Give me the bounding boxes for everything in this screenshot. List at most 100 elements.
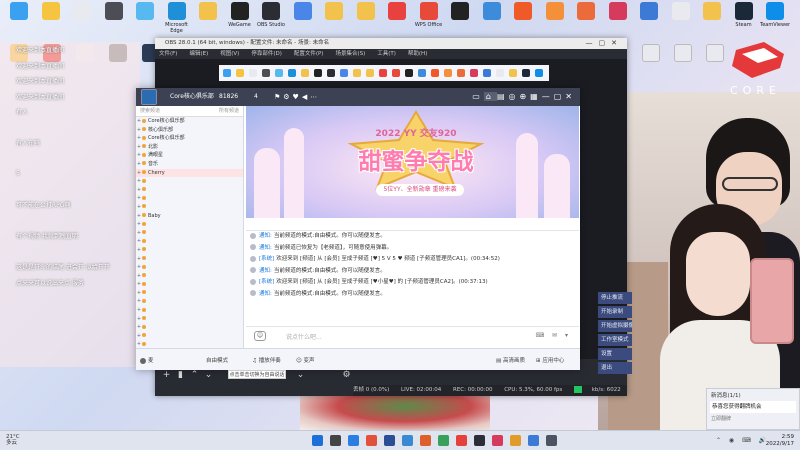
channel-item[interactable]: + 核心俱乐部: [136, 126, 243, 135]
obs-control-button[interactable]: 退出: [598, 362, 632, 374]
desktop-icon[interactable]: [636, 44, 666, 82]
desktop-icon[interactable]: [99, 2, 129, 40]
expand-icon[interactable]: +: [136, 151, 142, 160]
app-center-button[interactable]: ⊞ 应用中心: [536, 356, 564, 364]
desktop-icon[interactable]: [193, 2, 223, 40]
channel-item[interactable]: +: [136, 323, 243, 332]
desktop-icon[interactable]: WeGame: [225, 2, 255, 40]
channel-item[interactable]: +: [136, 315, 243, 324]
music-button[interactable]: ♫ 播放伴奏: [252, 356, 281, 364]
emoji-icon[interactable]: ☺: [254, 331, 266, 341]
expand-icon[interactable]: +: [136, 203, 142, 212]
desktop-icon[interactable]: [4, 2, 34, 40]
channel-item[interactable]: + Baby: [136, 212, 243, 221]
desktop-icon[interactable]: [634, 2, 664, 40]
expand-icon[interactable]: +: [136, 143, 142, 152]
notification-action[interactable]: 立即翻牌: [707, 413, 799, 424]
search-input[interactable]: 搜索频道 所有频道: [136, 106, 243, 117]
desktop-icon[interactable]: [477, 2, 507, 40]
expand-icon[interactable]: +: [136, 315, 142, 324]
delete-icon[interactable]: ▮: [175, 370, 186, 380]
input-tools[interactable]: ⌨ ✉ ▾: [535, 332, 571, 339]
expand-icon[interactable]: +: [136, 246, 142, 255]
notification-body[interactable]: 恭喜您获得翻牌机会: [710, 401, 796, 413]
expand-icon[interactable]: +: [136, 237, 142, 246]
move-up-icon[interactable]: ⌃: [189, 370, 200, 380]
taskbar-app-icon[interactable]: [420, 435, 431, 446]
channel-item[interactable]: +: [136, 280, 243, 289]
desktop-icon[interactable]: [288, 2, 318, 40]
taskbar-app-icon[interactable]: [330, 435, 341, 446]
obs-control-button[interactable]: 开始录制: [598, 306, 632, 318]
obs-menu-item[interactable]: 帮助(H): [408, 51, 427, 57]
channel-item[interactable]: +: [136, 186, 243, 195]
expand-icon[interactable]: +: [136, 297, 142, 306]
taskbar-app-icon[interactable]: [510, 435, 521, 446]
desktop-icon[interactable]: [67, 2, 97, 40]
desktop-icon[interactable]: WPS Office: [414, 2, 444, 40]
channel-item[interactable]: +: [136, 297, 243, 306]
channel-item[interactable]: + Cherry: [136, 168, 243, 178]
expand-icon[interactable]: +: [136, 186, 142, 195]
channel-item[interactable]: +: [136, 194, 243, 203]
obs-menu-item[interactable]: 视图(V): [220, 51, 239, 57]
desktop-icon[interactable]: [36, 2, 66, 40]
taskbar-app-icon[interactable]: [474, 435, 485, 446]
desktop-icon[interactable]: [666, 2, 696, 40]
expand-icon[interactable]: +: [136, 212, 142, 221]
home-icon[interactable]: ⌂: [483, 92, 497, 101]
desktop-icon[interactable]: [603, 2, 633, 40]
desktop-icon[interactable]: [697, 2, 727, 40]
desktop-icon[interactable]: [508, 2, 538, 40]
free-mode-button[interactable]: 自由模式: [206, 356, 228, 364]
channel-item[interactable]: + Core核心俱乐部: [136, 134, 243, 143]
header-tools[interactable]: ⚑⚙♥◀⋯: [274, 88, 320, 106]
channel-item[interactable]: +: [136, 255, 243, 264]
expand-icon[interactable]: +: [136, 255, 142, 264]
expand-icon[interactable]: +: [136, 169, 142, 178]
channel-item[interactable]: +: [136, 203, 243, 212]
taskbar-app-icon[interactable]: [546, 435, 557, 446]
expand-icon[interactable]: +: [136, 289, 142, 298]
obs-control-button[interactable]: 工作室模式: [598, 334, 632, 346]
channel-item[interactable]: + 满眼星: [136, 151, 243, 160]
channel-item[interactable]: +: [136, 220, 243, 229]
taskbar-app-icon[interactable]: [384, 435, 395, 446]
obs-menu-item[interactable]: 文件(F): [159, 51, 177, 57]
channel-item[interactable]: +: [136, 289, 243, 298]
obs-menu-item[interactable]: 编辑(E): [189, 51, 208, 57]
chat-input-area[interactable]: ☺ 说点什么吧... ⌨ ✉ ▾: [246, 326, 579, 348]
taskbar-app-icon[interactable]: [312, 435, 323, 446]
obs-menu-item[interactable]: 场景集合(S): [335, 51, 365, 57]
desktop-icon[interactable]: [540, 2, 570, 40]
event-banner[interactable]: 2022 YY 交友920 甜蜜争夺战 5位YY、全新勋章 重磅来袭: [246, 106, 579, 218]
channel-item[interactable]: +: [136, 237, 243, 246]
desktop-icon[interactable]: [445, 2, 475, 40]
desktop-icon[interactable]: Steam: [729, 2, 759, 40]
add-icon[interactable]: +: [161, 370, 172, 380]
desktop-icon[interactable]: [571, 2, 601, 40]
taskbar-app-icon[interactable]: [348, 435, 359, 446]
taskbar-app-icon[interactable]: [402, 435, 413, 446]
expand-icon[interactable]: +: [136, 272, 142, 281]
taskbar-app-icon[interactable]: [366, 435, 377, 446]
notification-popup[interactable]: 新消息(1/1) 恭喜您获得翻牌机会 立即翻牌: [706, 388, 800, 430]
channel-item[interactable]: +: [136, 263, 243, 272]
channel-item[interactable]: +: [136, 332, 243, 341]
expand-icon[interactable]: +: [136, 160, 142, 169]
move-down-icon[interactable]: ⌄: [203, 370, 214, 380]
taskbar-app-icon[interactable]: [528, 435, 539, 446]
desktop-icon[interactable]: [351, 2, 381, 40]
channel-item[interactable]: +: [136, 177, 243, 186]
channel-item[interactable]: +: [136, 272, 243, 281]
obs-menu-item[interactable]: 工具(T): [377, 51, 396, 57]
obs-control-button[interactable]: 停止推流: [598, 292, 632, 304]
obs-menu-item[interactable]: 停靠部件(D): [251, 51, 282, 57]
taskbar-app-icon[interactable]: [492, 435, 503, 446]
channel-item[interactable]: +: [136, 246, 243, 255]
channel-item[interactable]: +: [136, 306, 243, 315]
channel-item[interactable]: + 北影: [136, 143, 243, 152]
expand-icon[interactable]: +: [136, 332, 142, 341]
chat-input[interactable]: 说点什么吧...: [286, 332, 322, 341]
expand-icon[interactable]: +: [136, 194, 142, 203]
